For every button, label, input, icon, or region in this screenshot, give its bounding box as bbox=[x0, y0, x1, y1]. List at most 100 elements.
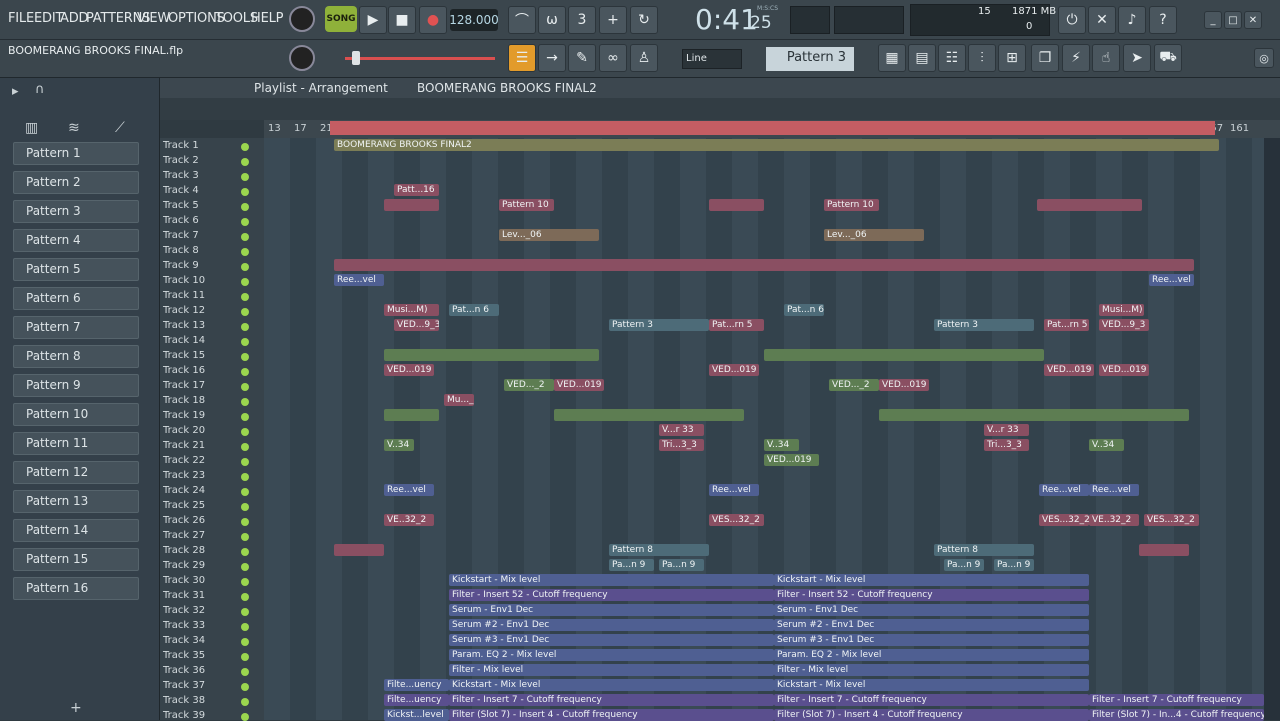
track-mute-led[interactable] bbox=[241, 683, 249, 691]
playlist-clip[interactable] bbox=[334, 544, 384, 556]
online-button[interactable]: ⏻ bbox=[1058, 6, 1086, 34]
playlist-clip[interactable]: VED..._2 bbox=[504, 379, 554, 391]
track-name[interactable]: Track 13 bbox=[163, 320, 205, 331]
playlist-clip[interactable]: VED...019 bbox=[1099, 364, 1149, 376]
playlist-clip[interactable]: Pattern 3 bbox=[609, 319, 709, 331]
playlist-clip[interactable]: Pattern 3 bbox=[934, 319, 1034, 331]
playlist-clip[interactable]: Serum - Env1 Dec bbox=[774, 604, 1089, 616]
track-mute-led[interactable] bbox=[241, 578, 249, 586]
channel-button[interactable]: ⫶ bbox=[968, 44, 996, 72]
track-mute-led[interactable] bbox=[241, 308, 249, 316]
track-name[interactable]: Track 11 bbox=[163, 290, 205, 301]
track-mute-led[interactable] bbox=[241, 668, 249, 676]
track-mute-led[interactable] bbox=[241, 563, 249, 571]
track-name[interactable]: Track 24 bbox=[163, 485, 205, 496]
track-name[interactable]: Track 30 bbox=[163, 575, 205, 586]
playlist-clip[interactable] bbox=[384, 349, 599, 361]
playlist-clip[interactable]: Lev..._06 bbox=[499, 229, 599, 241]
track-name[interactable]: Track 2 bbox=[163, 155, 199, 166]
playlist-clip[interactable]: Kickstart - Mix level bbox=[449, 574, 774, 586]
track-name[interactable]: Track 37 bbox=[163, 680, 205, 691]
playlist-clip[interactable]: Kickstart - Mix level bbox=[774, 574, 1089, 586]
playlist-clip[interactable]: Pattern 8 bbox=[609, 544, 709, 556]
track-name[interactable]: Track 14 bbox=[163, 335, 205, 346]
track-mute-led[interactable] bbox=[241, 593, 249, 601]
playlist-clip[interactable]: Kickstart - Mix level bbox=[449, 679, 774, 691]
pattern-item[interactable]: Pattern 12 bbox=[13, 461, 139, 484]
playlist-clip[interactable]: V..34 bbox=[764, 439, 799, 451]
playlist-clip[interactable]: VED...019 bbox=[1044, 364, 1094, 376]
track-mute-led[interactable] bbox=[241, 368, 249, 376]
track-mute-led[interactable] bbox=[241, 188, 249, 196]
playlist-clip[interactable]: Filter - Insert 52 - Cutoff frequency bbox=[449, 589, 774, 601]
track-name[interactable]: Track 10 bbox=[163, 275, 205, 286]
track-name[interactable]: Track 31 bbox=[163, 590, 205, 601]
shop-button[interactable]: ⛟ bbox=[1154, 44, 1182, 72]
playlist-clip[interactable]: VED...9_3 bbox=[394, 319, 439, 331]
track-mute-led[interactable] bbox=[241, 323, 249, 331]
pattern-item[interactable]: Pattern 1 bbox=[13, 142, 139, 165]
playlist-clip[interactable] bbox=[384, 409, 439, 421]
track-mute-led[interactable] bbox=[241, 488, 249, 496]
playlist-clip[interactable]: Serum #3 - Env1 Dec bbox=[449, 634, 774, 646]
playlist-clip[interactable]: V...r 33 bbox=[659, 424, 704, 436]
playlist-clip[interactable] bbox=[709, 199, 764, 211]
add-pattern-icon[interactable]: + bbox=[70, 700, 82, 716]
master-pitch-knob[interactable] bbox=[289, 45, 315, 71]
track-name[interactable]: Track 9 bbox=[163, 260, 199, 271]
playlist-clip[interactable]: Serum #2 - Env1 Dec bbox=[774, 619, 1089, 631]
arrangement-grid[interactable]: BOOMERANG BROOKS FINAL2 Patt...16 Pattern … bbox=[264, 138, 1264, 721]
playlist-clip[interactable] bbox=[1139, 544, 1189, 556]
plugin-button[interactable]: ⚡ bbox=[1062, 44, 1090, 72]
playlist-clip[interactable]: Ree...vel bbox=[1039, 484, 1089, 496]
playlist-clip[interactable]: Ree...vel bbox=[334, 274, 384, 286]
microphone-button[interactable]: ♪ bbox=[1118, 6, 1146, 34]
track-mute-led[interactable] bbox=[241, 503, 249, 511]
loop-region[interactable] bbox=[330, 121, 1215, 135]
next-button[interactable]: → bbox=[538, 44, 566, 72]
playlist-clip[interactable]: Ree...vel bbox=[1149, 274, 1194, 286]
pattern-item[interactable]: Pattern 14 bbox=[13, 519, 139, 542]
playlist-clip[interactable] bbox=[879, 409, 1189, 421]
track-mute-led[interactable] bbox=[241, 638, 249, 646]
playlist-clip[interactable]: Musi...M) bbox=[384, 304, 439, 316]
playlist-clip[interactable]: VE..32_2 bbox=[384, 514, 434, 526]
track-name[interactable]: Track 21 bbox=[163, 440, 205, 451]
channel-rack-button[interactable]: ▦ bbox=[878, 44, 906, 72]
song-mode-toggle[interactable]: SONG bbox=[325, 6, 357, 32]
playlist-clip[interactable]: V..34 bbox=[1089, 439, 1124, 451]
pattern-item[interactable]: Pattern 4 bbox=[13, 229, 139, 252]
track-name[interactable]: Track 36 bbox=[163, 665, 205, 676]
track-mute-led[interactable] bbox=[241, 143, 249, 151]
pattern-selector[interactable]: Pattern 3 bbox=[766, 47, 854, 71]
menu-add[interactable]: ADD bbox=[60, 11, 89, 26]
track-name[interactable]: Track 7 bbox=[163, 230, 199, 241]
playlist-clip[interactable]: VED..._2 bbox=[829, 379, 879, 391]
playlist-clip[interactable]: Filter (Slot 7) - Insert 4 - Cutoff freq… bbox=[774, 709, 1089, 721]
waveform-icon[interactable]: ≋ bbox=[68, 120, 80, 136]
project-button[interactable]: ❐ bbox=[1031, 44, 1059, 72]
track-name[interactable]: Track 18 bbox=[163, 395, 205, 406]
track-mute-led[interactable] bbox=[241, 248, 249, 256]
menu-view[interactable]: VIEW bbox=[137, 11, 170, 26]
playlist-clip[interactable]: VED...019 bbox=[384, 364, 434, 376]
playlist-clip[interactable]: VES...32_2 bbox=[709, 514, 764, 526]
pattern-item[interactable]: Pattern 15 bbox=[13, 548, 139, 571]
track-mute-led[interactable] bbox=[241, 533, 249, 541]
playlist-clip[interactable] bbox=[334, 259, 1194, 271]
track-mute-led[interactable] bbox=[241, 698, 249, 706]
mixer-button[interactable]: ☷ bbox=[938, 44, 966, 72]
news-button[interactable]: ◎ bbox=[1254, 48, 1274, 68]
arrow-icon[interactable]: ▸ bbox=[12, 84, 19, 99]
playlist-clip[interactable]: VED...019 bbox=[554, 379, 604, 391]
playlist-clip[interactable] bbox=[1037, 199, 1142, 211]
playlist-button[interactable]: ☰ bbox=[508, 44, 536, 72]
playlist-clip[interactable] bbox=[384, 199, 439, 211]
tools-button[interactable]: ✕ bbox=[1088, 6, 1116, 34]
playlist-clip[interactable] bbox=[764, 349, 1044, 361]
pattern-item[interactable]: Pattern 5 bbox=[13, 258, 139, 281]
playlist-clip[interactable]: Kickst...level bbox=[384, 709, 449, 721]
track-mute-led[interactable] bbox=[241, 203, 249, 211]
playlist-clip[interactable]: Filter (Slot 7) - In...4 - Cutoff freque… bbox=[1089, 709, 1264, 721]
playlist-clip[interactable]: Filter - Mix level bbox=[449, 664, 774, 676]
